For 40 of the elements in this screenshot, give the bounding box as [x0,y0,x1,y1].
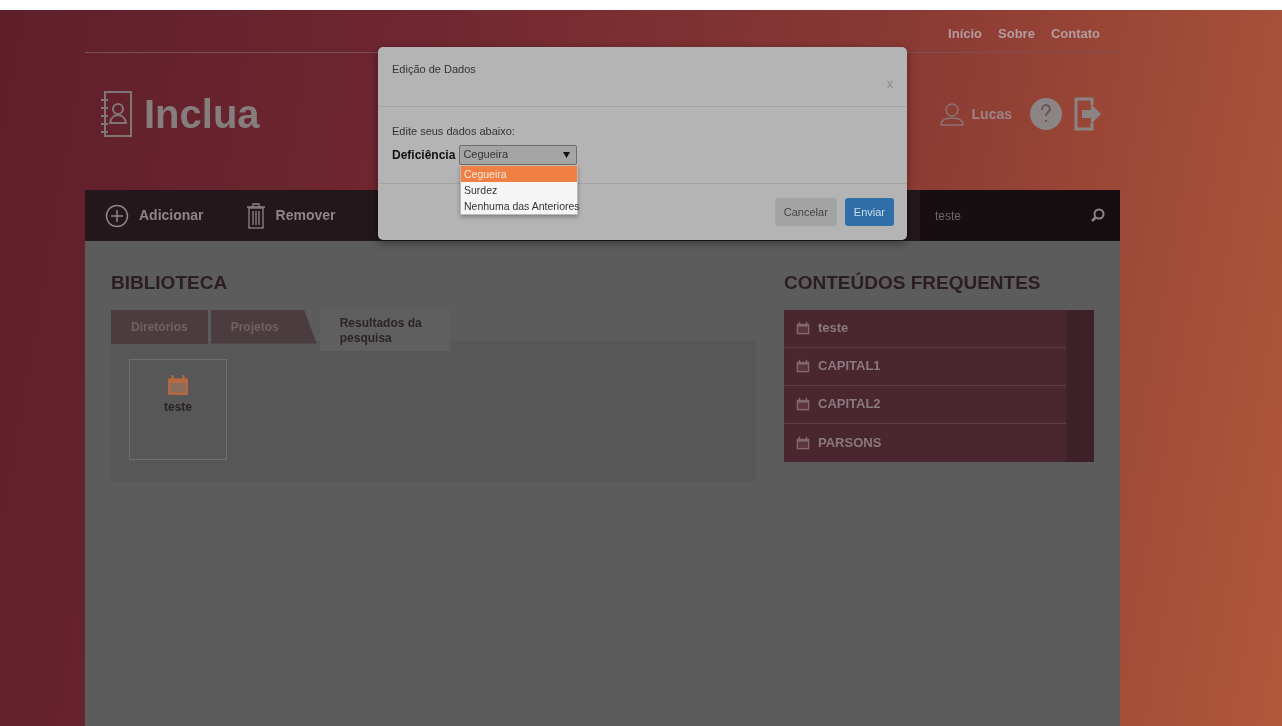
item-label: CAPITAL1 [818,357,881,376]
submit-button[interactable]: Enviar [844,198,894,226]
calendar-icon [796,321,810,335]
calendar-icon [796,397,810,411]
list-item[interactable]: CAPITAL1 [784,347,1066,386]
list-item[interactable]: CAPITAL2 [784,385,1066,424]
item-label: CAPITAL2 [818,395,881,414]
dropdown-option[interactable]: Surdez [461,181,577,198]
caret-icon [563,151,571,158]
calendar-icon [796,435,810,450]
field-label: Deficiência [392,146,456,164]
nav-link[interactable]: Contato [1050,24,1100,52]
section-title: BIBLIOTECA [111,271,229,295]
dropdown-option[interactable]: Nenhuma das Anteriores [461,197,577,214]
list-item[interactable]: PARSONS [784,423,1066,462]
logout-icon[interactable] [1074,97,1102,131]
search-field[interactable]: teste [920,190,1120,241]
dropdown-option[interactable]: Cegueira [461,165,577,182]
search-icon[interactable] [1091,208,1105,222]
help-icon[interactable] [1030,98,1062,130]
disability-select[interactable]: Cegueira [459,144,578,165]
add-button[interactable]: Adicionar [105,203,204,228]
item-label: teste [818,319,849,338]
user-icon [939,102,964,126]
user-name: Lucas [971,104,1012,124]
trash-icon [245,202,266,229]
calendar-icon [167,373,189,396]
contact-book-icon [100,91,132,137]
dialog-instruction: Edite seus dados abaixo: [392,124,516,139]
list-item[interactable]: teste [784,309,1066,348]
nav-link[interactable]: Sobre [998,24,1035,52]
logo-text: Inclua [144,94,260,134]
plus-icon [105,203,129,228]
nav-link[interactable]: Início [948,24,983,52]
remove-button[interactable]: Remover [245,202,336,229]
calendar-icon [796,359,810,373]
section-title: CONTEÚDOS FREQUENTES [784,271,1042,295]
cancel-button[interactable]: Cancelar [774,198,837,226]
dialog-title: Edição de Dados [392,62,476,77]
item-label: PARSONS [818,433,882,452]
